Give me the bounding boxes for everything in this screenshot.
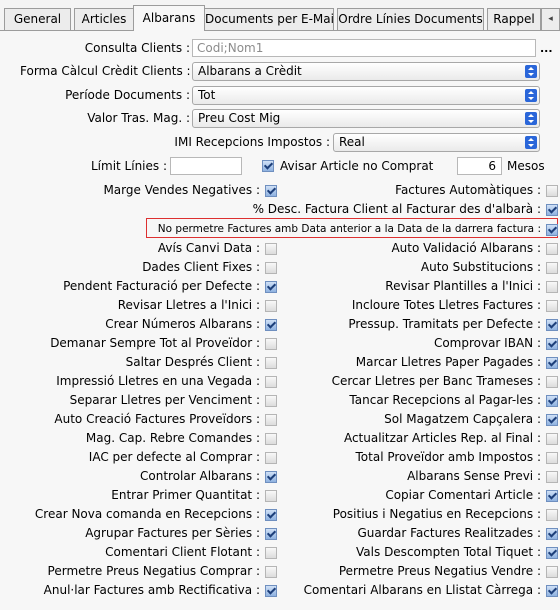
option-checkbox-no-permetre-factures-amb-data-anterior-a-la-data-de-la-darrera-factura[interactable] — [546, 224, 558, 236]
option-label-tancar-recepcions-al-pagar-les: Tancar Recepcions al Pagar-les : — [349, 393, 541, 407]
limit-linies-input[interactable] — [170, 157, 242, 175]
option-checkbox-positius-i-negatius-en-recepcions[interactable] — [546, 509, 558, 521]
valor-tras-mag-value: Preu Cost Mig — [198, 111, 281, 125]
option-checkbox-marcar-lletres-paper-pagades[interactable] — [546, 357, 558, 369]
select-arrows-icon — [525, 89, 537, 102]
option-label-guardar-factures-realitzades: Guardar Factures Realitzades : — [357, 526, 541, 540]
consulta-clients-input[interactable]: Codi;Nom1 — [192, 39, 536, 57]
browse-clients-button[interactable]: ... — [540, 42, 553, 55]
option-checkbox-guardar-factures-realitzades[interactable] — [546, 528, 558, 540]
periode-documents-value: Tot — [198, 88, 216, 102]
option-checkbox-revisar-plantilles-a-l-inici[interactable] — [546, 281, 558, 293]
select-arrows-icon — [525, 65, 537, 78]
forma-calcul-credit-select[interactable]: Albarans a Crèdit — [192, 62, 540, 81]
option-label-auto-validacio-albarans: Auto Validació Albarans : — [391, 241, 541, 255]
tab-general[interactable]: General — [4, 8, 71, 30]
option-label-permetre-preus-negatius-vendre: Permetre Preus Negatius Vendre : — [338, 564, 541, 578]
option-checkbox-desc-factura-client-al-facturar-des-d-albara[interactable] — [546, 204, 558, 216]
avisar-article-checkbox[interactable] — [262, 160, 274, 172]
select-arrows-icon — [525, 136, 537, 149]
option-label-auto-substitucions: Auto Substitucions : — [420, 260, 541, 274]
option-label-desc-factura-client-al-facturar-des-d-albara: % Desc. Factura Client al Facturar des d… — [252, 202, 541, 216]
forma-calcul-credit-label: Forma Càlcul Crèdit Clients : — [20, 64, 191, 78]
option-label-revisar-plantilles-a-l-inici: Revisar Plantilles a l'Inici : — [385, 279, 541, 293]
option-checkbox-permetre-preus-negatius-vendre[interactable] — [546, 566, 558, 578]
option-checkbox-total-proveidor-amb-impostos[interactable] — [546, 452, 558, 464]
tab-ordre-linies[interactable]: Ordre Línies Documents — [337, 8, 484, 30]
option-checkbox-comprovar-iban[interactable] — [546, 338, 558, 350]
option-checkbox-cercar-lletres-per-banc-trameses[interactable] — [546, 376, 558, 388]
option-label-no-permetre-factures-amb-data-anterior-a-la-data-de-la-darrera-factura: No permetre Factures amb Data anterior a… — [157, 223, 541, 235]
option-label-vals-descompten-total-tiquet: Vals Descompten Total Tiquet : — [356, 545, 541, 559]
option-label-cercar-lletres-per-banc-trameses: Cercar Lletres per Banc Trameses : — [331, 374, 541, 388]
option-checkbox-copiar-comentari-article[interactable] — [546, 490, 558, 502]
option-checkbox-pressup-tramitats-per-defecte[interactable] — [546, 319, 558, 331]
imi-recepcions-value: Real — [339, 135, 365, 149]
option-label-marcar-lletres-paper-pagades: Marcar Lletres Paper Pagades : — [355, 355, 541, 369]
tab-bar: General Articles Albarans Documents per … — [0, 0, 560, 31]
option-label-pressup-tramitats-per-defecte: Pressup. Tramitats per Defecte : — [348, 317, 541, 331]
option-label-sol-magatzem-capcalera: Sol Magatzem Capçalera : — [384, 412, 541, 426]
tab-articles[interactable]: Articles — [74, 8, 134, 30]
consulta-clients-label: Consulta Clients : — [84, 41, 190, 55]
option-checkbox-comentari-albarans-en-llistat-carrega[interactable] — [546, 585, 558, 597]
option-checkbox-incloure-totes-lletres-factures[interactable] — [546, 300, 558, 312]
tab-rappel[interactable]: Rappel — [487, 8, 541, 30]
tab-scroll-icon[interactable]: ◂ — [541, 8, 560, 30]
option-checkbox-auto-validacio-albarans[interactable] — [546, 243, 558, 255]
avisar-article-label: Avisar Article no Comprat — [280, 159, 434, 173]
option-label-total-proveidor-amb-impostos: Total Proveïdor amb Impostos : — [355, 450, 541, 464]
valor-tras-mag-label: Valor Tras. Mag. : — [87, 111, 190, 125]
option-checkbox-factures-automatiques[interactable] — [546, 185, 558, 197]
forma-calcul-credit-value: Albarans a Crèdit — [198, 64, 302, 78]
tab-documents-email[interactable]: Documents per E-Mail — [204, 8, 334, 30]
option-checkbox-tancar-recepcions-al-pagar-les[interactable] — [546, 395, 558, 407]
option-checkbox-albarans-sense-previ[interactable] — [546, 471, 558, 483]
tab-albarans[interactable]: Albarans — [133, 5, 205, 31]
option-label-copiar-comentari-article: Copiar Comentari Article : — [385, 488, 541, 502]
option-checkbox-sol-magatzem-capcalera[interactable] — [546, 414, 558, 426]
option-checkbox-auto-substitucions[interactable] — [546, 262, 558, 274]
imi-recepcions-label: IMI Recepcions Impostos : — [174, 135, 330, 149]
valor-tras-mag-select[interactable]: Preu Cost Mig — [192, 109, 540, 128]
option-label-comprovar-iban: Comprovar IBAN : — [433, 336, 541, 350]
limit-linies-label: Límit Línies : — [90, 159, 167, 173]
option-label-comentari-albarans-en-llistat-carrega: Comentari Albarans en Llistat Càrrega : — [303, 583, 541, 597]
option-checkbox-vals-descompten-total-tiquet[interactable] — [546, 547, 558, 559]
option-label-actualitzar-articles-rep-al-final: Actualitzar Articles Rep. al Final : — [343, 431, 541, 445]
periode-documents-label: Període Documents : — [65, 88, 190, 102]
months-label: Mesos — [507, 159, 545, 173]
option-label-incloure-totes-lletres-factures: Incloure Totes Lletres Factures : — [351, 298, 541, 312]
option-label-factures-automatiques: Factures Automàtiques : — [395, 183, 541, 197]
option-label-positius-i-negatius-en-recepcions: Positius i Negatius en Recepcions : — [332, 507, 541, 521]
option-label-albarans-sense-previ: Albarans Sense Previ : — [407, 469, 541, 483]
imi-recepcions-select[interactable]: Real — [333, 133, 540, 152]
select-arrows-icon — [525, 112, 537, 125]
option-checkbox-actualitzar-articles-rep-al-final[interactable] — [546, 433, 558, 445]
avisar-article-months-input[interactable]: 6 — [457, 157, 502, 175]
periode-documents-select[interactable]: Tot — [192, 86, 540, 105]
